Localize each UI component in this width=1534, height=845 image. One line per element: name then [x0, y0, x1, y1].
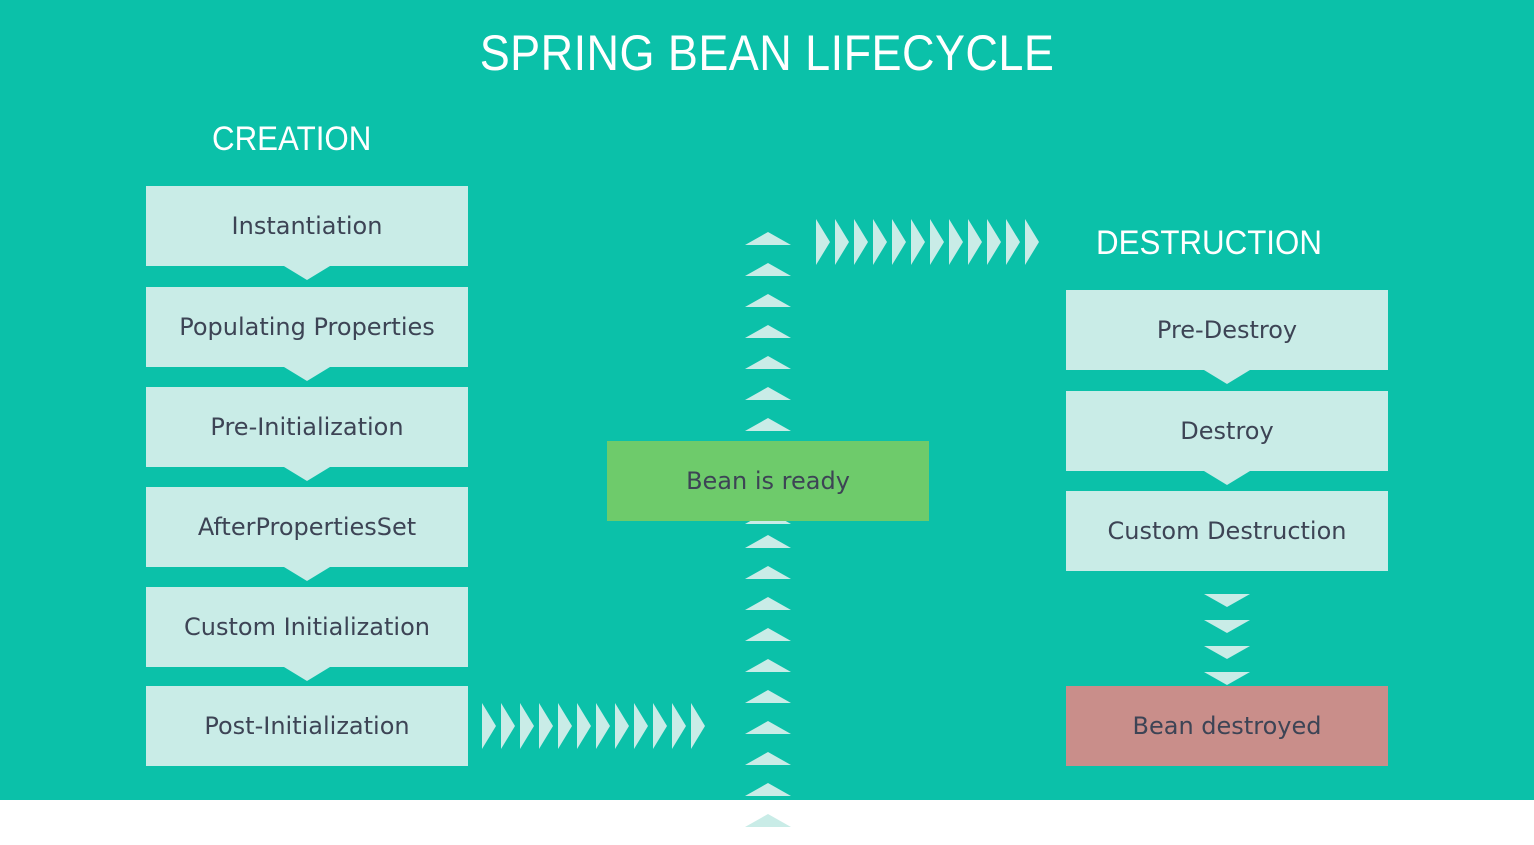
chevron-down-icon	[1204, 370, 1250, 384]
chevron-right-icon	[501, 703, 515, 749]
chevron-right-icon	[672, 703, 686, 749]
chevron-down-icon	[1204, 672, 1250, 685]
chevron-up-icon	[745, 566, 791, 579]
downward-chevrons-to-bean-destroyed	[1204, 594, 1250, 698]
chevron-up-icon	[745, 263, 791, 276]
chevron-up-icon	[745, 535, 791, 548]
chevron-up-icon	[745, 418, 791, 431]
creation-connector-3	[146, 467, 468, 487]
chevron-up-icon	[745, 356, 791, 369]
creation-connector-4	[146, 567, 468, 587]
chevron-down-icon	[284, 567, 330, 581]
chevron-right-icon	[577, 703, 591, 749]
chevron-up-icon	[745, 597, 791, 610]
chevron-right-icon	[1025, 219, 1039, 265]
destruction-step-destroy[interactable]: Destroy	[1066, 391, 1388, 471]
creation-step-instantiation[interactable]: Instantiation	[146, 186, 468, 266]
chevron-up-icon	[745, 659, 791, 672]
destruction-connector-1	[1066, 370, 1388, 390]
chevron-right-icon	[873, 219, 887, 265]
creation-step-populating-properties[interactable]: Populating Properties	[146, 287, 468, 367]
creation-step-afterpropertiesset[interactable]: AfterPropertiesSet	[146, 487, 468, 567]
creation-step-custom-initialization[interactable]: Custom Initialization	[146, 587, 468, 667]
chevron-right-icon	[854, 219, 868, 265]
destruction-step-pre-destroy[interactable]: Pre-Destroy	[1066, 290, 1388, 370]
chevron-down-icon	[1204, 594, 1250, 607]
flow-arrow-ready-to-destruction	[816, 219, 1044, 265]
diagram-canvas: SPRING BEAN LIFECYCLE CREATION Instantia…	[0, 0, 1534, 827]
chevron-down-icon	[284, 667, 330, 681]
chevron-down-icon	[284, 467, 330, 481]
chevron-right-icon	[892, 219, 906, 265]
chevron-right-icon	[634, 703, 648, 749]
upward-chevrons-below-bean-ready	[745, 535, 791, 845]
chevron-right-icon	[816, 219, 830, 265]
chevron-right-icon	[558, 703, 572, 749]
chevron-down-icon	[1204, 646, 1250, 659]
creation-step-pre-initialization[interactable]: Pre-Initialization	[146, 387, 468, 467]
bean-destroyed-box[interactable]: Bean destroyed	[1066, 686, 1388, 766]
destruction-connector-2	[1066, 471, 1388, 491]
chevron-right-icon	[539, 703, 553, 749]
creation-connector-5	[146, 667, 468, 687]
chevron-up-icon	[745, 752, 791, 765]
chevron-right-icon	[930, 219, 944, 265]
chevron-down-icon	[1204, 620, 1250, 633]
chevron-right-icon	[482, 703, 496, 749]
chevron-up-icon	[745, 783, 791, 796]
chevron-up-icon	[745, 387, 791, 400]
chevron-right-icon	[911, 219, 925, 265]
chevron-up-icon	[745, 325, 791, 338]
chevron-right-icon	[835, 219, 849, 265]
chevron-down-icon	[284, 266, 330, 280]
chevron-right-icon	[615, 703, 629, 749]
chevron-right-icon	[653, 703, 667, 749]
chevron-right-icon	[596, 703, 610, 749]
chevron-right-icon	[968, 219, 982, 265]
chevron-up-icon	[745, 294, 791, 307]
chevron-up-icon	[745, 628, 791, 641]
chevron-right-icon	[520, 703, 534, 749]
chevron-right-icon	[1006, 219, 1020, 265]
creation-step-post-initialization[interactable]: Post-Initialization	[146, 686, 468, 766]
destruction-step-custom-destruction[interactable]: Custom Destruction	[1066, 491, 1388, 571]
chevron-right-icon	[949, 219, 963, 265]
page-title: SPRING BEAN LIFECYCLE	[479, 25, 1055, 81]
chevron-up-icon	[745, 690, 791, 703]
chevron-up-icon	[745, 232, 791, 245]
chevron-down-icon	[284, 367, 330, 381]
creation-connector-1	[146, 266, 468, 286]
chevron-up-icon	[745, 721, 791, 734]
creation-connector-2	[146, 367, 468, 387]
chevron-right-icon	[691, 703, 705, 749]
destruction-heading: DESTRUCTION	[1096, 224, 1322, 262]
bean-ready-box[interactable]: Bean is ready	[607, 441, 929, 521]
chevron-down-icon	[1204, 471, 1250, 485]
flow-arrow-creation-to-ready	[482, 703, 710, 749]
chevron-right-icon	[987, 219, 1001, 265]
creation-heading: CREATION	[212, 120, 372, 158]
chevron-up-icon	[745, 814, 791, 827]
